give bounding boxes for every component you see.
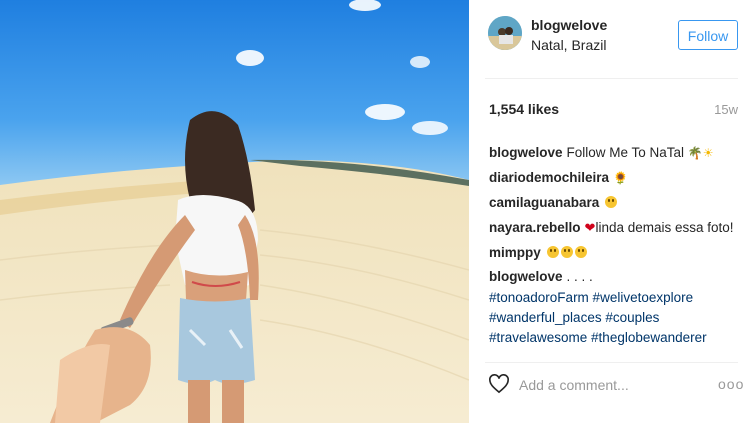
caption-text: Follow Me To NaTal xyxy=(566,145,685,160)
comment-text: . . . . xyxy=(566,269,593,284)
avatar-image xyxy=(488,16,522,50)
list-item: diariodemochileira 🌻 xyxy=(489,167,739,188)
post-photo-illustration xyxy=(0,0,469,423)
comments-list: blogwelove Follow Me To NaTal 🌴☀ diariode… xyxy=(489,142,739,348)
hashtag-line[interactable]: #travelawesome #theglobewanderer xyxy=(489,328,739,348)
hashtag-line[interactable]: #wanderful_places #couples xyxy=(489,308,739,328)
comment-username[interactable]: mimppy xyxy=(489,245,541,260)
post-footer: ooo xyxy=(469,362,746,408)
smiley-icon xyxy=(560,246,573,258)
more-options-icon[interactable]: ooo xyxy=(718,376,743,392)
header-divider xyxy=(485,78,738,79)
smiley-icon xyxy=(574,246,587,258)
hashtag-line[interactable]: #tonoadoroFarm #welivetoexplore xyxy=(489,288,739,308)
heart-outline-icon[interactable] xyxy=(488,374,510,394)
comment-username[interactable]: camilaguanabara xyxy=(489,195,599,210)
comment-username[interactable]: blogwelove xyxy=(489,145,563,160)
comment-input[interactable] xyxy=(519,376,699,394)
comment-username[interactable]: nayara.rebello xyxy=(489,220,581,235)
list-item: camilaguanabara xyxy=(489,192,739,213)
list-item: mimppy xyxy=(489,242,739,263)
sun-icon: ☀ xyxy=(702,146,714,160)
likes-count[interactable]: 1,554 likes xyxy=(489,101,559,117)
comment-username[interactable]: diariodemochileira xyxy=(489,170,609,185)
post-sidebar: blogwelove Natal, Brazil Follow 1,554 li… xyxy=(469,0,746,423)
palm-tree-icon: 🌴 xyxy=(687,146,703,160)
red-heart-icon: ❤ xyxy=(584,220,596,235)
follow-button[interactable]: Follow xyxy=(678,20,738,50)
post-header: blogwelove Natal, Brazil Follow xyxy=(469,0,746,78)
smiley-icon xyxy=(605,196,618,208)
caption: blogwelove Follow Me To NaTal 🌴☀ xyxy=(489,142,739,163)
post-location[interactable]: Natal, Brazil xyxy=(531,37,606,53)
list-item: nayara.rebello ❤linda demais essa foto! xyxy=(489,217,739,238)
list-item: blogwelove. . . . #tonoadoroFarm #welive… xyxy=(489,266,739,348)
comment-text: linda demais essa foto! xyxy=(595,220,734,235)
sunflower-icon: 🌻 xyxy=(613,171,628,185)
post-username[interactable]: blogwelove xyxy=(531,17,607,33)
comment-username[interactable]: blogwelove xyxy=(489,269,563,284)
avatar[interactable] xyxy=(488,16,522,50)
post-photo[interactable] xyxy=(0,0,469,423)
post-age[interactable]: 15w xyxy=(714,102,738,117)
smiley-icon xyxy=(546,246,559,258)
